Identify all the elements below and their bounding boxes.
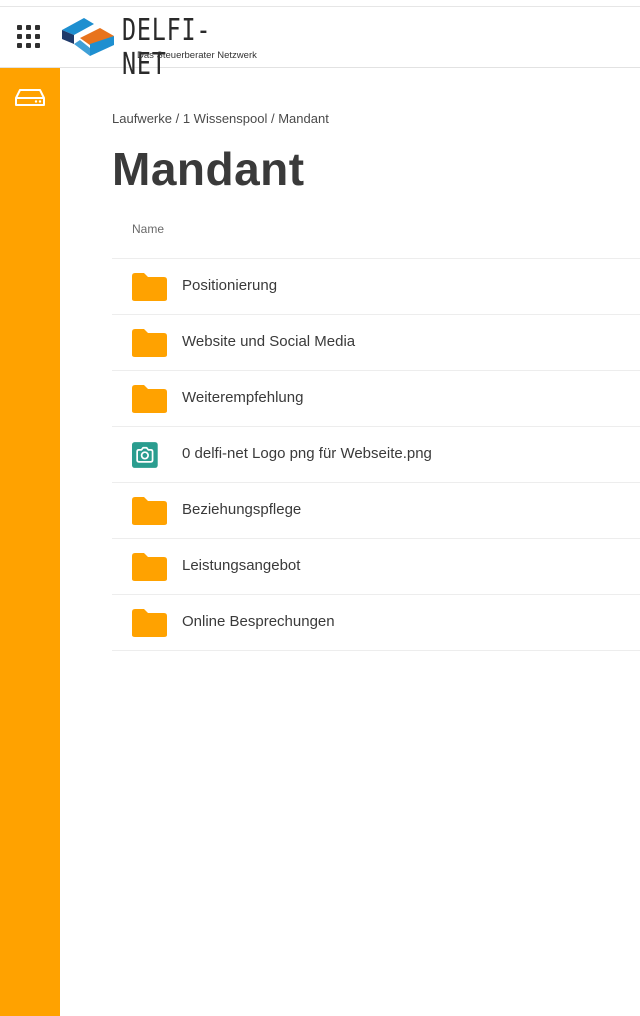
sidebar: [0, 68, 60, 1016]
folder-icon: [132, 385, 167, 413]
list-item[interactable]: Beziehungspflege: [112, 483, 640, 539]
camera-icon: [132, 442, 158, 468]
logo[interactable]: DELFI-NET Das Steuerberater Netzwerk: [60, 12, 257, 82]
list-item-name: Online Besprechungen: [182, 613, 335, 630]
logo-mark-icon: [62, 18, 114, 56]
drive-icon[interactable]: [14, 86, 46, 108]
top-edge: [0, 0, 640, 7]
folder-icon: [132, 609, 167, 637]
list-item[interactable]: Online Besprechungen: [112, 595, 640, 651]
folder-icon: [132, 273, 167, 301]
apps-grid-icon[interactable]: [17, 25, 43, 51]
logo-subtitle: Das Steuerberater Netzwerk: [137, 50, 257, 61]
list-item[interactable]: Leistungsangebot: [112, 539, 640, 595]
column-header-name[interactable]: Name: [132, 222, 164, 236]
list-item-name: Beziehungspflege: [182, 501, 302, 518]
list-item-name: 0 delfi-net Logo png für Webseite.png: [182, 445, 432, 462]
list-item[interactable]: Positionierung: [112, 259, 640, 315]
app-header: DELFI-NET Das Steuerberater Netzwerk: [0, 7, 640, 82]
folder-icon: [132, 497, 167, 525]
list-item-name: Leistungsangebot: [182, 557, 301, 574]
list-item[interactable]: 0 delfi-net Logo png für Webseite.png: [112, 427, 640, 483]
list-item[interactable]: Weiterempfehlung: [112, 371, 640, 427]
breadcrumb-separator: /: [267, 111, 279, 126]
list-item[interactable]: Website und Social Media: [112, 315, 640, 371]
file-list: Positionierung Website und Social Media …: [112, 258, 640, 651]
folder-icon: [132, 329, 167, 357]
logo-title: DELFI-NET: [122, 13, 212, 82]
folder-icon: [132, 553, 167, 581]
list-item-name: Weiterempfehlung: [182, 389, 304, 406]
breadcrumb-item-mandant: Mandant: [278, 111, 329, 126]
breadcrumb-item-wissenspool[interactable]: 1 Wissenspool: [183, 111, 268, 126]
breadcrumb-separator: /: [171, 111, 183, 126]
list-item-name: Website und Social Media: [182, 333, 356, 350]
breadcrumb: Laufwerke / 1 Wissenspool / Mandant: [112, 111, 329, 126]
breadcrumb-item-laufwerke[interactable]: Laufwerke: [112, 111, 172, 126]
list-item-name: Positionierung: [182, 277, 278, 294]
page-title: Mandant: [112, 143, 305, 195]
